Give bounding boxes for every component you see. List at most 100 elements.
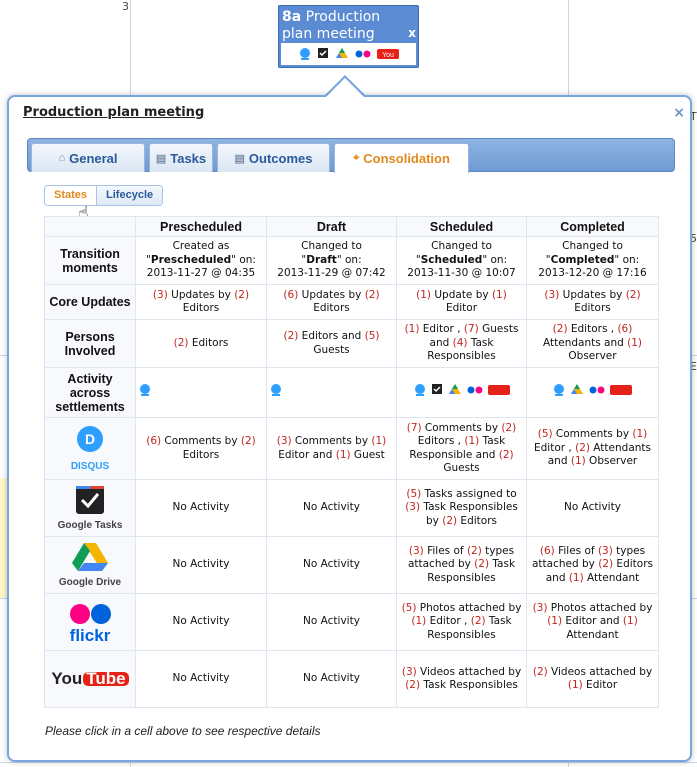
tab-tasks[interactable]: ▤ Tasks bbox=[149, 143, 213, 172]
table-cell[interactable]: (6) Updates by (2) Editors bbox=[266, 284, 397, 320]
table-header-row: Prescheduled Draft Scheduled Completed bbox=[44, 216, 659, 237]
calendar-event-chip[interactable]: 8a Production plan meeting x You bbox=[278, 5, 419, 68]
disqus-icon bbox=[271, 384, 281, 397]
table-cell[interactable]: (5) Comments by (1) Editor , (2) Attenda… bbox=[526, 417, 659, 480]
row-header: Persons Involved bbox=[44, 319, 136, 368]
event-chip-close[interactable]: x bbox=[408, 26, 416, 40]
calendar-gridline bbox=[0, 762, 697, 763]
google-drive-icon bbox=[448, 384, 461, 395]
tab-outcomes[interactable]: ▤ Outcomes bbox=[217, 143, 330, 172]
disqus-icon bbox=[414, 384, 425, 397]
column-header: Prescheduled bbox=[135, 216, 267, 237]
table-cell[interactable]: No Activity bbox=[266, 479, 397, 537]
table-cell[interactable] bbox=[266, 367, 397, 418]
table-cell[interactable]: (3) Videos attached by (2) Task Responsi… bbox=[396, 650, 527, 708]
google-drive-icon bbox=[335, 48, 348, 58]
row-header: You Tube bbox=[44, 650, 136, 708]
table-cell[interactable]: No Activity bbox=[266, 593, 397, 651]
youtube-icon bbox=[487, 385, 510, 396]
table-cell[interactable]: No Activity bbox=[135, 479, 267, 537]
tab-label: General bbox=[69, 150, 118, 166]
table-cell[interactable]: (3) Updates by (2) Editors bbox=[526, 284, 659, 320]
row-header: Google Drive bbox=[44, 536, 136, 594]
table-cell[interactable]: (3) Comments by (1) Editor and (1) Guest bbox=[266, 417, 397, 480]
tab-label: Outcomes bbox=[248, 150, 313, 166]
table-cell[interactable]: No Activity bbox=[266, 650, 397, 708]
popup-pointer-fill bbox=[326, 78, 364, 97]
close-icon[interactable]: × bbox=[673, 105, 685, 121]
flickr-icon bbox=[589, 386, 605, 394]
table-cell[interactable]: (2) Editors and (5) Guests bbox=[266, 319, 397, 368]
youtube-icon bbox=[610, 385, 632, 396]
youtube-icon: You bbox=[376, 49, 399, 59]
row-header: flickr bbox=[44, 593, 136, 651]
table-cell[interactable]: No Activity bbox=[526, 479, 659, 537]
table-cell[interactable]: (5) Photos attached by (1) Editor , (2) … bbox=[396, 593, 527, 651]
table-cell[interactable]: (5) Tasks assigned to (3) Task Responsib… bbox=[396, 479, 527, 537]
row-label: flickr bbox=[69, 625, 111, 645]
table-cell[interactable] bbox=[526, 367, 659, 418]
table-cell[interactable]: (3) Updates by (2) Editors bbox=[135, 284, 267, 320]
table-cell[interactable]: (2) Editors , (6) Attendants and (1) Obs… bbox=[526, 319, 659, 368]
google-drive-logo-icon bbox=[72, 542, 108, 571]
youtube-logo-tube: Tube bbox=[83, 670, 129, 687]
row-label: Google Drive bbox=[58, 576, 122, 588]
table-row: Core Updates (3) Updates by (2) Editors … bbox=[44, 284, 659, 320]
tab-label: Tasks bbox=[170, 150, 207, 166]
folder-icon: ▤ bbox=[234, 152, 245, 165]
table-row: Google Drive No Activity No Activity (3)… bbox=[44, 536, 659, 594]
table-cell[interactable]: (3) Photos attached by (1) Editor and (1… bbox=[526, 593, 659, 651]
row-header: Activity across settlements bbox=[44, 367, 136, 418]
google-drive-icon bbox=[571, 384, 583, 395]
table-cell[interactable] bbox=[135, 367, 267, 418]
table-corner bbox=[44, 216, 136, 237]
table-cell[interactable]: Changed to "Scheduled" on: 2013-11-30 @ 10… bbox=[396, 236, 527, 285]
table-cell[interactable]: (6) Files of (3) types attached by (2) E… bbox=[526, 536, 659, 594]
table-row: flickr No Activity No Activity (5) Photo… bbox=[44, 593, 659, 651]
google-tasks-logo-icon bbox=[76, 485, 104, 514]
row-label: Google Tasks bbox=[57, 519, 123, 531]
svg-text:D: D bbox=[85, 431, 95, 447]
home-icon: ⌂ bbox=[58, 152, 66, 164]
table-cell[interactable]: (1) Editor , (7) Guests and (4) Task Res… bbox=[396, 319, 527, 368]
table-cell[interactable]: No Activity bbox=[135, 536, 267, 594]
google-tasks-icon bbox=[431, 384, 442, 395]
table-row: Transition moments Created as "Preschedul… bbox=[44, 236, 659, 285]
subtab-lifecycle[interactable]: Lifecycle bbox=[97, 186, 163, 205]
google-tasks-icon bbox=[317, 48, 328, 58]
disqus-logo-icon: D bbox=[77, 426, 103, 452]
table-cell[interactable]: Changed to "Draft" on: 2013-11-29 @ 07:42 bbox=[266, 236, 397, 285]
table-cell[interactable]: (2) Editors bbox=[135, 319, 267, 368]
table-cell[interactable]: No Activity bbox=[135, 650, 267, 708]
youtube-logo-you: You bbox=[51, 668, 83, 688]
table-row: D DISQUS (6) Comments by (2) Editors (3)… bbox=[44, 417, 659, 480]
row-header: D DISQUS bbox=[44, 417, 136, 480]
table-row: You Tube No Activity No Activity (3) Vid… bbox=[44, 650, 659, 708]
table-cell[interactable] bbox=[396, 367, 527, 418]
disqus-icon bbox=[140, 384, 150, 397]
row-header: Google Tasks bbox=[44, 479, 136, 537]
event-details-popup: Production plan meeting × ⌂ General ▤ Task… bbox=[7, 95, 692, 762]
table-cell[interactable]: (7) Comments by (2) Editors , (1) Task R… bbox=[396, 417, 527, 480]
table-cell[interactable]: No Activity bbox=[135, 593, 267, 651]
table-cell[interactable]: (2) Videos attached by (1) Editor bbox=[526, 650, 659, 708]
table-cell[interactable]: (1) Update by (1) Editor bbox=[396, 284, 527, 320]
calendar-fragment: 3 bbox=[122, 0, 129, 13]
tab-consolidation[interactable]: ⌖ Consolidation bbox=[334, 143, 469, 173]
tab-general[interactable]: ⌂ General bbox=[31, 143, 145, 172]
subtab-states[interactable]: States bbox=[45, 186, 98, 205]
row-label: DISQUS bbox=[70, 461, 110, 472]
svg-text:You: You bbox=[382, 52, 394, 59]
tab-label: Consolidation bbox=[363, 151, 450, 166]
youtube-logo-icon: You Tube bbox=[51, 668, 129, 688]
table-cell[interactable]: (3) Files of (2) types attached by (2) T… bbox=[396, 536, 527, 594]
table-cell[interactable]: Created as "Prescheduled" on: 2013-11-27 @… bbox=[135, 236, 267, 285]
flickr-icon bbox=[467, 386, 482, 394]
subtab-group: States Lifecycle bbox=[44, 185, 164, 206]
table-cell[interactable]: Changed to "Completed" on: 2013-12-20 @ 17… bbox=[526, 236, 659, 285]
popup-title: Production plan meeting bbox=[23, 105, 205, 120]
table-cell[interactable]: No Activity bbox=[266, 536, 397, 594]
table-cell[interactable]: (6) Comments by (2) Editors bbox=[135, 417, 267, 480]
tab-bar: ⌂ General ▤ Tasks ▤ Outcomes ⌖ Consolidation bbox=[27, 138, 675, 173]
column-header: Draft bbox=[266, 216, 397, 237]
